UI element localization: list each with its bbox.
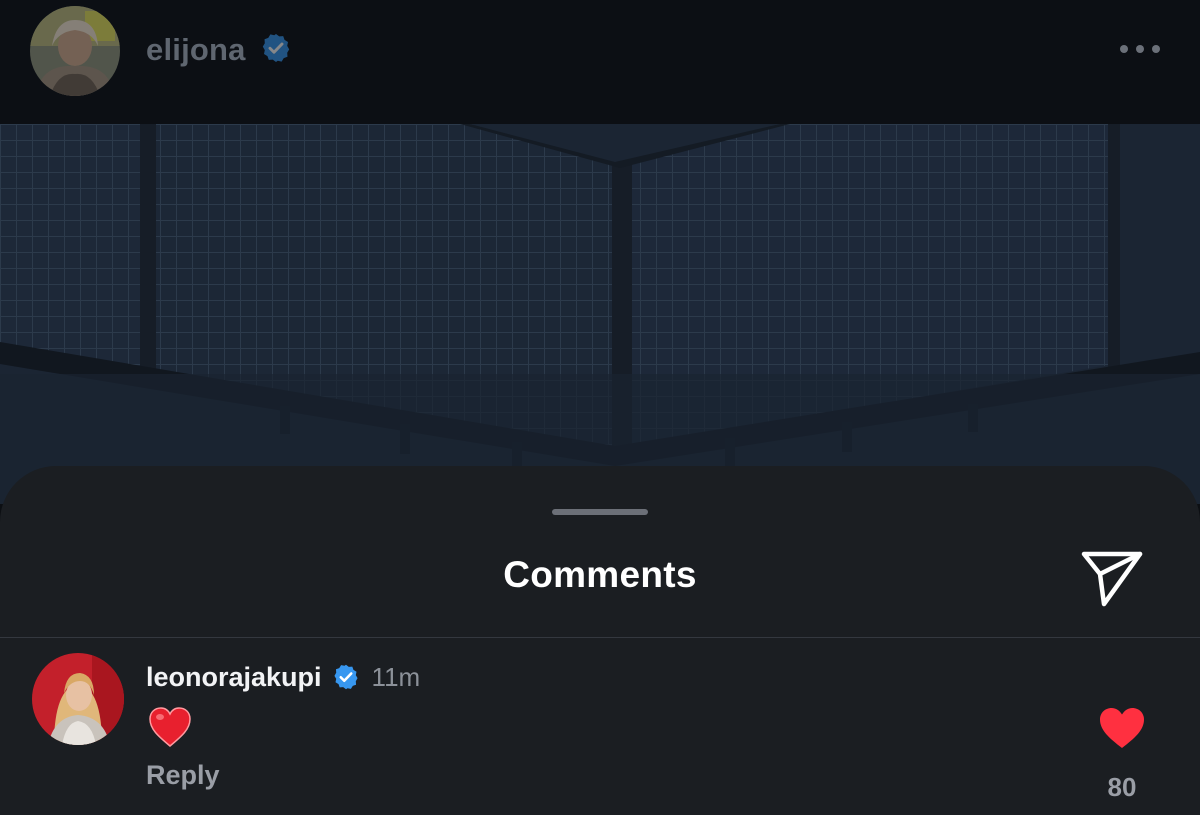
more-dot — [1152, 45, 1160, 53]
comment-text: ❤️ — [146, 702, 206, 750]
instagram-comments-screen: elijona Comments leonorajakupi 11m Reply… — [0, 0, 1200, 815]
verified-badge-icon — [260, 32, 292, 69]
post-author-avatar[interactable] — [30, 6, 120, 96]
like-count: 80 — [1107, 772, 1137, 802]
share-button[interactable] — [1074, 542, 1150, 610]
sheet-title: Comments — [503, 554, 697, 595]
red-heart-emoji-icon — [149, 707, 191, 747]
paper-plane-icon — [1081, 551, 1143, 607]
comment-timestamp: 11m — [371, 661, 421, 692]
post-username[interactable]: elijona — [146, 32, 246, 68]
heart-filled-icon — [1100, 708, 1144, 748]
post-author-avatar-image — [30, 6, 120, 96]
sheet-drag-handle[interactable] — [552, 509, 648, 515]
sheet-divider — [0, 637, 1200, 638]
verified-badge-icon — [332, 663, 360, 691]
post-image — [0, 124, 1200, 504]
post-header: elijona — [0, 0, 1200, 124]
post-username-row: elijona — [146, 26, 292, 74]
comment-author-avatar-image — [32, 653, 124, 745]
comment-meta: leonorajakupi 11m — [146, 657, 420, 697]
more-dot — [1136, 45, 1144, 53]
comment-username[interactable]: leonorajakupi — [146, 662, 322, 693]
comment-author-avatar[interactable] — [32, 653, 124, 745]
more-dot — [1120, 45, 1128, 53]
more-options-button[interactable] — [1112, 34, 1168, 64]
comments-sheet: Comments leonorajakupi 11m Reply 80 — [0, 466, 1200, 815]
reply-button[interactable]: Reply — [146, 760, 220, 791]
like-button[interactable] — [1098, 706, 1146, 750]
